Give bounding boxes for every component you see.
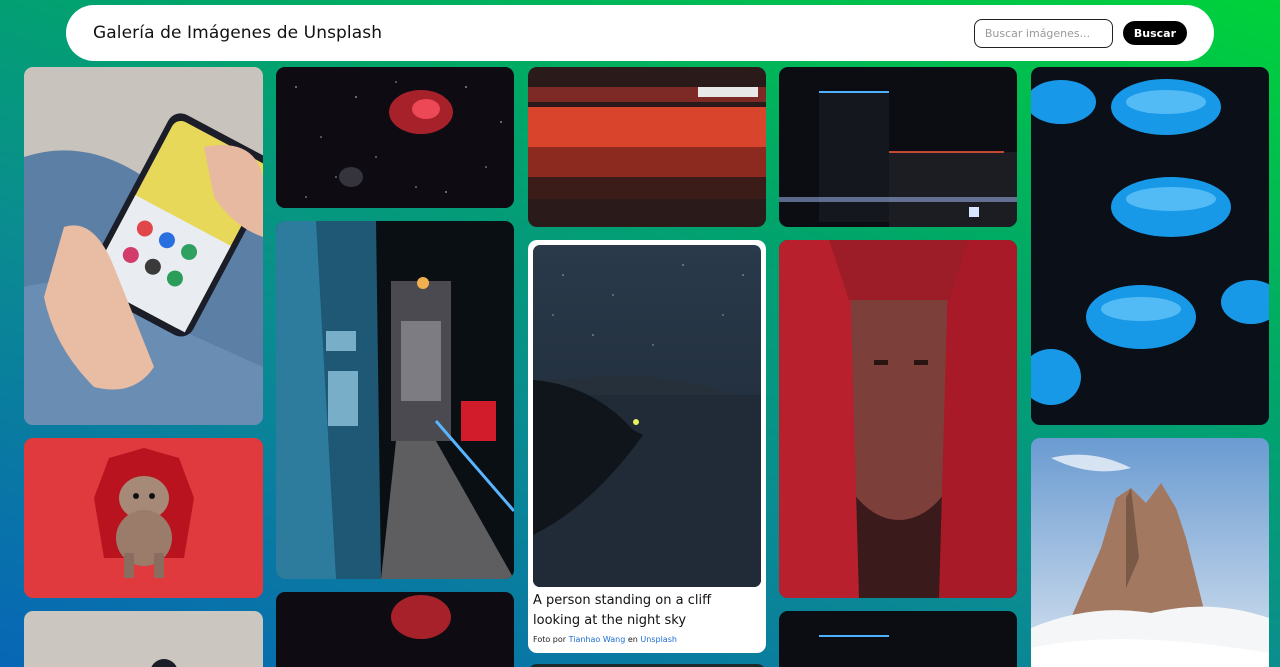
nebula-photo-2 xyxy=(276,592,514,667)
featured-card[interactable]: A person standing on a cliff looking at … xyxy=(528,240,766,653)
bridge-photo xyxy=(276,221,514,579)
cliff-night-photo xyxy=(533,245,761,587)
dog-photo xyxy=(24,438,263,598)
source-link[interactable]: Unsplash xyxy=(640,635,677,644)
jellyfish-photo xyxy=(1031,67,1269,425)
nebula-photo xyxy=(276,67,514,208)
building-photo xyxy=(779,67,1017,227)
featured-credit: Foto por Tianhao Wang en Unsplash xyxy=(533,635,761,644)
veil-photo xyxy=(779,240,1017,598)
page-title: Galería de Imágenes de Unsplash xyxy=(93,23,383,43)
gallery-image-jellyfish[interactable] xyxy=(1031,67,1269,425)
phone-photo-2 xyxy=(24,611,263,667)
search-input[interactable] xyxy=(973,18,1113,48)
search-form: Buscar xyxy=(973,18,1187,48)
gallery-image-nebula-2[interactable] xyxy=(276,592,514,667)
phone-photo xyxy=(24,67,263,425)
building-photo-2 xyxy=(779,611,1017,667)
gallery-image-building[interactable] xyxy=(779,67,1017,227)
gallery-image-building-2[interactable] xyxy=(779,611,1017,667)
photographer-link[interactable]: Tianhao Wang xyxy=(569,635,626,644)
credit-middle: en xyxy=(627,635,638,644)
featured-description: A person standing on a cliff looking at … xyxy=(533,593,712,628)
credit-prefix: Foto por xyxy=(533,635,567,644)
gallery-image-mountain[interactable] xyxy=(1031,438,1269,667)
gallery-image-bridge[interactable] xyxy=(276,221,514,579)
gallery-image-dog[interactable] xyxy=(24,438,263,598)
gallery-image-nebula[interactable] xyxy=(276,67,514,208)
header-bar: Galería de Imágenes de Unsplash Buscar xyxy=(66,5,1214,61)
mountain-photo xyxy=(1031,438,1269,667)
gallery-image-motion[interactable] xyxy=(528,67,766,227)
featured-photo xyxy=(533,245,761,587)
gallery-image-phone-2[interactable] xyxy=(24,611,263,667)
search-button[interactable]: Buscar xyxy=(1122,21,1187,45)
motion-blur-photo xyxy=(528,67,766,227)
gallery-image-phone[interactable] xyxy=(24,67,263,425)
gallery-image-veil[interactable] xyxy=(779,240,1017,598)
